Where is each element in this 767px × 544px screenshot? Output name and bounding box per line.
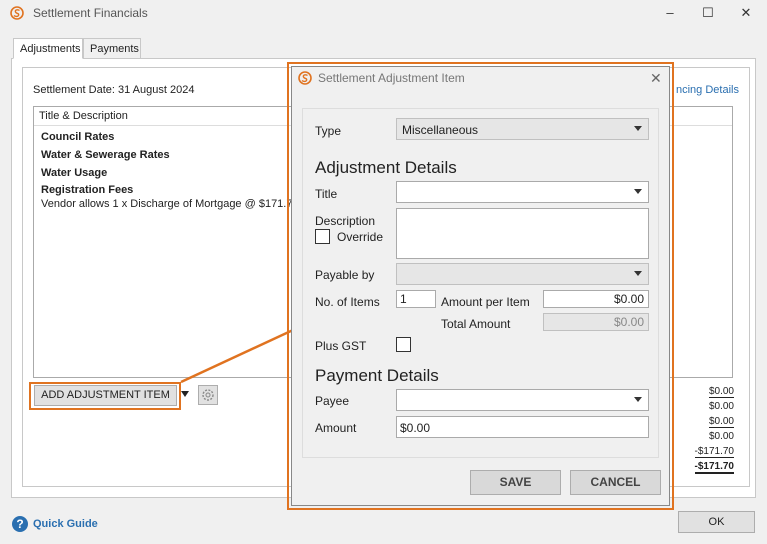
app-logo-icon (10, 6, 24, 20)
financing-details-link[interactable]: ncing Details (676, 84, 739, 96)
minimize-button[interactable]: – (660, 5, 680, 21)
total-amount-value: -$171.70 (694, 461, 734, 474)
tab-payments[interactable]: Payments (83, 38, 141, 59)
amount-value: -$171.70 (694, 446, 734, 458)
amount-label: Amount (315, 421, 357, 435)
settlement-date: Settlement Date: 31 August 2024 (33, 84, 195, 96)
gear-icon (202, 389, 214, 401)
list-item-title[interactable]: Water Usage (41, 167, 107, 179)
quick-guide-link[interactable]: Quick Guide (33, 518, 98, 530)
amount-value: $0.00 (708, 386, 734, 398)
total-amount-label: Total Amount (441, 317, 511, 331)
amount-per-item-label: Amount per Item (441, 295, 530, 309)
description-label: Description (315, 214, 376, 228)
title-label: Title (315, 187, 338, 201)
plus-gst-checkbox[interactable] (396, 337, 411, 352)
chevron-down-icon (634, 397, 642, 402)
amount-value: $0.00 (400, 421, 431, 435)
list-item-title[interactable]: Water & Sewerage Rates (41, 149, 170, 161)
amount-value: $0.00 (708, 401, 734, 412)
payable-by-select[interactable] (396, 263, 649, 285)
list-item-title[interactable]: Council Rates (41, 131, 114, 143)
dialog-title: Settlement Adjustment Item (318, 71, 465, 85)
chevron-down-icon[interactable] (181, 391, 189, 397)
override-checkbox[interactable] (315, 229, 330, 244)
payee-label: Payee (315, 394, 350, 408)
adjustment-details-heading: Adjustment Details (315, 158, 457, 177)
amount-value: $0.00 (708, 416, 734, 428)
maximize-button[interactable]: ☐ (698, 5, 718, 21)
type-label: Type (315, 124, 342, 138)
type-select[interactable]: Miscellaneous (396, 118, 649, 140)
cancel-button[interactable]: CANCEL (570, 470, 661, 495)
no-of-items-value: 1 (400, 292, 407, 306)
no-of-items-label: No. of Items (315, 295, 380, 309)
total-amount-value: $0.00 (613, 315, 644, 329)
amount-input[interactable]: $0.00 (396, 416, 649, 438)
chevron-down-icon (634, 126, 642, 131)
payable-by-label: Payable by (315, 268, 375, 282)
total-amount-field: $0.00 (543, 313, 649, 331)
amount-value: $0.00 (708, 431, 734, 442)
list-item-title[interactable]: Registration Fees (41, 184, 133, 196)
chevron-down-icon (634, 271, 642, 276)
payee-select[interactable] (396, 389, 649, 411)
list-item-description: Vendor allows 1 x Discharge of Mortgage … (41, 198, 299, 210)
plus-gst-label: Plus GST (315, 339, 367, 353)
no-of-items-input[interactable]: 1 (396, 290, 436, 308)
dialog-close-icon[interactable]: ✕ (650, 70, 662, 87)
type-value: Miscellaneous (402, 123, 479, 137)
payment-details-heading: Payment Details (315, 366, 439, 385)
amount-per-item-input[interactable]: $0.00 (543, 290, 649, 308)
save-button[interactable]: SAVE (470, 470, 561, 495)
amount-per-item-value: $0.00 (613, 292, 644, 306)
add-adjustment-item-button[interactable]: ADD ADJUSTMENT ITEM (34, 385, 177, 406)
title-select[interactable] (396, 181, 649, 203)
description-textarea[interactable] (396, 208, 649, 259)
close-button[interactable]: ✕ (736, 5, 756, 21)
settings-button[interactable] (198, 385, 218, 405)
chevron-down-icon (634, 189, 642, 194)
help-icon[interactable]: ? (11, 515, 29, 533)
ok-button[interactable]: OK (678, 511, 755, 533)
svg-text:?: ? (16, 517, 23, 531)
app-logo-icon (298, 71, 312, 85)
tab-adjustments[interactable]: Adjustments (13, 38, 83, 59)
window-title: Settlement Financials (33, 6, 148, 20)
override-label: Override (337, 230, 384, 244)
